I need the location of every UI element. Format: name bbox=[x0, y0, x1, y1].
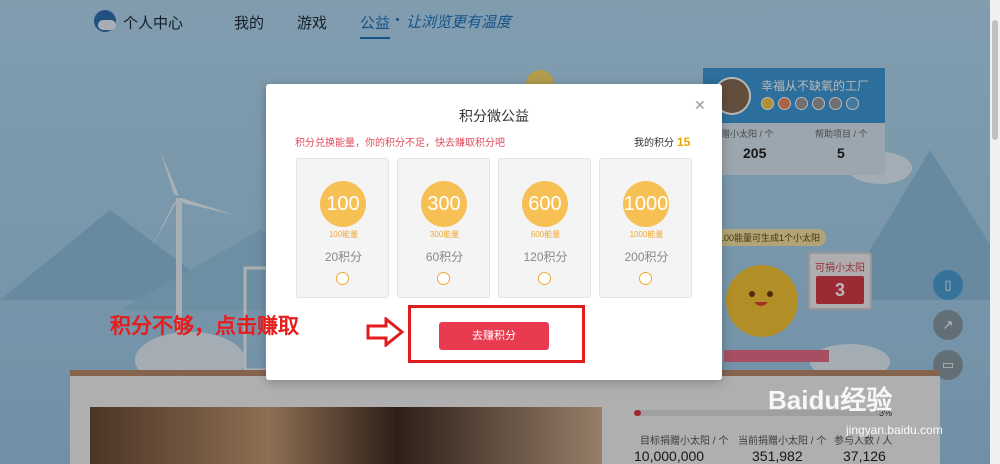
option-radio[interactable] bbox=[336, 272, 349, 285]
modal-notice: 积分兑换能量，你的积分不足，快去赚取积分吧 bbox=[295, 138, 505, 149]
option-amount: 100 bbox=[320, 181, 366, 227]
option-energy: 600能量 bbox=[530, 230, 561, 239]
option-card[interactable]: 300 300能量 60积分 bbox=[397, 158, 490, 298]
scrollbar-thumb[interactable] bbox=[992, 20, 998, 140]
option-radio[interactable] bbox=[437, 272, 450, 285]
highlight-box bbox=[408, 305, 585, 363]
option-energy: 1000能量 bbox=[629, 230, 664, 239]
option-energy: 100能量 bbox=[328, 230, 359, 239]
option-radio[interactable] bbox=[639, 272, 652, 285]
annotation-text: 积分不够，点击赚取 bbox=[110, 315, 299, 338]
option-cost: 20积分 bbox=[324, 250, 363, 264]
my-points: 我的积分 15 bbox=[634, 134, 690, 149]
option-card[interactable]: 600 600能量 120积分 bbox=[498, 158, 591, 298]
option-cost: 60积分 bbox=[425, 250, 464, 264]
close-icon[interactable]: ✕ bbox=[694, 97, 706, 114]
modal-title: 积分微公益 bbox=[459, 108, 529, 124]
option-amount: 600 bbox=[522, 181, 568, 227]
arrow-right-icon bbox=[366, 317, 404, 347]
option-amount: 300 bbox=[421, 181, 467, 227]
option-cost: 200积分 bbox=[624, 250, 669, 264]
option-radio[interactable] bbox=[538, 272, 551, 285]
points-label: 我的积分 bbox=[634, 138, 674, 149]
option-card[interactable]: 1000 1000能量 200积分 bbox=[599, 158, 692, 298]
option-energy: 300能量 bbox=[429, 230, 460, 239]
points-value: 15 bbox=[677, 135, 691, 149]
watermark-url: jingyan.baidu.com bbox=[846, 423, 943, 437]
option-amount: 1000 bbox=[623, 181, 669, 227]
option-cost: 120积分 bbox=[523, 250, 568, 264]
watermark-logo: Baidu经验 bbox=[768, 385, 893, 415]
option-card[interactable]: 100 100能量 20积分 bbox=[296, 158, 389, 298]
